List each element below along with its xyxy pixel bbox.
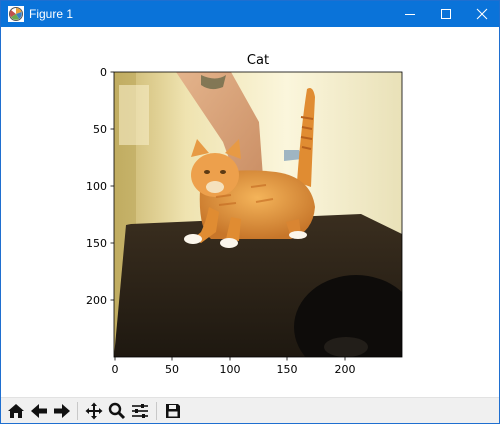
navigation-toolbar [1, 397, 499, 423]
minimize-button[interactable] [393, 1, 427, 27]
back-arrow-icon [31, 404, 47, 418]
x-tick-label: 0 [112, 363, 119, 376]
zoom-magnifier-icon [108, 402, 126, 420]
forward-button[interactable] [51, 400, 73, 422]
toolbar-separator [156, 402, 157, 420]
configure-subplots-button[interactable] [129, 400, 151, 422]
x-tick-label: 100 [220, 363, 241, 376]
y-tick-label: 150 [86, 237, 107, 250]
plot-area: Cat 0 50 100 150 200 0 50 100 150 200 [86, 53, 403, 376]
x-axis [114, 357, 346, 361]
forward-arrow-icon [54, 404, 70, 418]
zoom-button[interactable] [106, 400, 128, 422]
y-tick-label: 200 [86, 294, 107, 307]
matplotlib-app-icon [8, 6, 24, 22]
save-button[interactable] [162, 400, 184, 422]
configure-subplots-icon [132, 404, 148, 418]
maximize-icon [441, 9, 451, 19]
cat-image [114, 72, 402, 357]
home-icon [8, 404, 24, 418]
back-button[interactable] [28, 400, 50, 422]
toolbar-separator [77, 402, 78, 420]
y-tick-label: 0 [100, 66, 107, 79]
x-tick-label: 200 [335, 363, 356, 376]
home-button[interactable] [5, 400, 27, 422]
x-tick-label: 150 [277, 363, 298, 376]
y-axis [110, 71, 114, 301]
title-bar[interactable]: Figure 1 [1, 1, 499, 27]
save-floppy-icon [166, 404, 180, 418]
y-tick-label: 50 [93, 123, 107, 136]
close-icon [476, 8, 488, 20]
minimize-icon [405, 14, 415, 15]
pan-button[interactable] [83, 400, 105, 422]
figure-canvas[interactable]: Cat 0 50 100 150 200 0 50 100 150 200 [1, 27, 499, 397]
y-tick-label: 100 [86, 180, 107, 193]
x-tick-label: 50 [165, 363, 179, 376]
close-button[interactable] [465, 1, 499, 27]
axes-title: Cat [247, 53, 269, 68]
maximize-button[interactable] [429, 1, 463, 27]
pan-move-icon [85, 402, 103, 420]
figure-window: Figure 1 Cat 0 50 100 150 200 0 50 100 1… [0, 0, 500, 424]
window-title: Figure 1 [29, 7, 74, 21]
